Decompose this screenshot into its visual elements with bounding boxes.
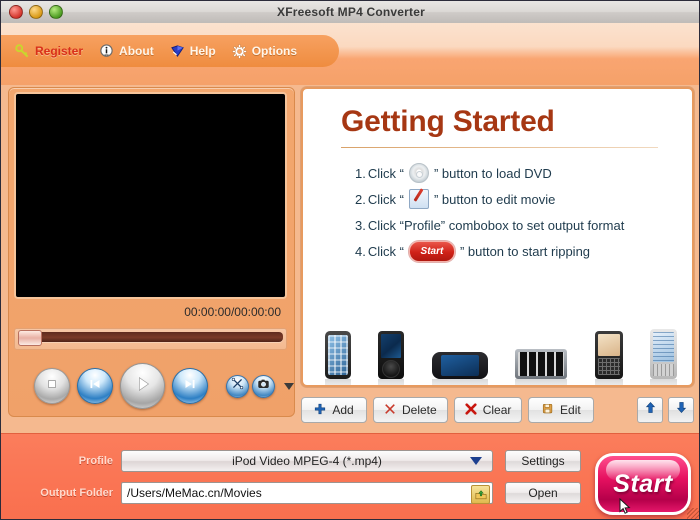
start-badge-icon: Start — [408, 240, 455, 262]
folder-upload-icon — [475, 489, 486, 499]
output-folder-label: Output Folder — [40, 487, 113, 499]
getting-started-panel: Getting Started 1. Click “ ” button to l… — [301, 87, 694, 387]
file-toolbar: Add Delete Clear Edit — [301, 396, 694, 424]
menu-item-register-label: Register — [35, 44, 84, 58]
seek-track[interactable] — [18, 330, 283, 346]
menu-bar: Register About Help Options — [1, 35, 340, 67]
step-number: 1. — [355, 165, 366, 181]
up-arrow-icon — [644, 401, 657, 419]
step-item: 3. Click “Profile” combobox to set outpu… — [355, 212, 692, 238]
edit-icon — [408, 189, 429, 209]
menu-item-help[interactable]: Help — [170, 44, 216, 59]
start-button[interactable]: Start — [595, 453, 691, 515]
dvd-icon — [408, 163, 429, 183]
title-divider — [341, 147, 658, 148]
device-iphone — [325, 331, 351, 385]
down-arrow-icon — [675, 401, 688, 419]
next-icon — [181, 375, 199, 398]
device-portable-media-player — [515, 349, 568, 385]
delete-button-label: Delete — [402, 403, 437, 417]
play-icon — [132, 373, 154, 400]
clear-button-label: Clear — [482, 403, 512, 417]
step-item: 2. Click “ ” button to edit movie — [355, 186, 692, 212]
playback-controls — [9, 358, 294, 414]
edit-button-label: Edit — [560, 403, 581, 417]
step-text-pre: Click “ — [367, 165, 404, 181]
move-down-button[interactable] — [668, 397, 694, 423]
next-button[interactable] — [172, 368, 209, 404]
stop-button[interactable] — [34, 368, 70, 404]
open-button[interactable]: Open — [505, 482, 581, 504]
previous-icon — [86, 375, 104, 398]
device-psp — [431, 352, 488, 385]
save-edit-icon — [542, 403, 554, 418]
time-display: 00:00:00/00:00:00 — [184, 305, 281, 319]
profile-label: Profile — [78, 455, 113, 467]
step-text-pre: Click “ — [367, 191, 404, 207]
camera-icon — [257, 377, 270, 395]
time-display-row: 00:00:00/00:00:00 — [14, 301, 287, 323]
x-bold-icon — [465, 402, 477, 418]
video-display[interactable] — [14, 92, 287, 299]
device-pda-phone — [649, 329, 677, 385]
menu-item-help-label: Help — [189, 44, 216, 58]
step-text-pre: Click “ — [367, 243, 404, 259]
title-bar: XFreesoft MP4 Converter — [1, 1, 699, 24]
getting-started-steps: 1. Click “ ” button to load DVD 2. Click… — [355, 160, 692, 264]
device-blackberry — [594, 331, 623, 385]
step-text-pre: Click “Profile” combobox to set output f… — [367, 217, 625, 233]
profile-combobox[interactable]: iPod Video MPEG-4 (*.mp4) — [121, 450, 493, 472]
getting-started-title: Getting Started — [341, 105, 555, 138]
settings-button[interactable]: Settings — [505, 450, 581, 472]
chevron-down-icon — [470, 457, 482, 465]
crop-icon — [231, 377, 244, 395]
plus-icon — [314, 403, 326, 418]
step-number: 2. — [355, 191, 366, 207]
step-number: 4. — [355, 243, 366, 259]
device-gallery — [325, 301, 677, 385]
move-up-button[interactable] — [637, 397, 663, 423]
play-button[interactable] — [119, 363, 166, 409]
browse-folder-button[interactable] — [471, 485, 490, 504]
previous-button[interactable] — [76, 368, 113, 404]
profile-value: iPod Video MPEG-4 (*.mp4) — [232, 454, 382, 468]
edit-button[interactable]: Edit — [528, 397, 595, 423]
step-item: 4. Click “ Start ” button to start rippi… — [355, 238, 692, 264]
menu-item-options-label: Options — [251, 44, 298, 58]
device-ipod — [378, 331, 405, 385]
menu-item-about[interactable]: About — [99, 43, 154, 59]
step-text-post: ” button to load DVD — [433, 165, 552, 181]
add-button[interactable]: Add — [301, 397, 367, 423]
application-window: XFreesoft MP4 Converter Register About H… — [0, 0, 700, 520]
step-item: 1. Click “ ” button to load DVD — [355, 160, 692, 186]
seek-thumb[interactable] — [18, 330, 42, 346]
menu-item-about-label: About — [119, 44, 154, 58]
output-folder-value: /Users/MeMac.cn/Movies — [127, 486, 262, 500]
clear-button[interactable]: Clear — [453, 397, 523, 423]
header-band: Register About Help Options — [1, 23, 699, 85]
key-icon — [15, 43, 30, 59]
seek-bar[interactable] — [14, 328, 287, 350]
crop-button[interactable] — [226, 374, 250, 398]
output-folder-input[interactable]: /Users/MeMac.cn/Movies — [121, 482, 493, 504]
book-icon — [170, 44, 185, 59]
step-text-post: ” button to start ripping — [459, 243, 591, 259]
step-number: 3. — [355, 217, 366, 233]
delete-button[interactable]: Delete — [373, 397, 448, 423]
resize-grip[interactable] — [687, 508, 699, 519]
info-icon — [99, 43, 114, 59]
start-button-label: Start — [613, 469, 673, 498]
x-thin-icon — [384, 403, 396, 418]
add-button-label: Add — [332, 403, 354, 417]
snapshot-button[interactable] — [252, 374, 275, 398]
step-text-post: ” button to edit movie — [433, 191, 556, 207]
preview-panel: 00:00:00/00:00:00 — [8, 87, 295, 417]
stop-icon — [43, 375, 61, 398]
menu-item-options[interactable]: Options — [231, 43, 298, 59]
chevron-down-icon[interactable] — [283, 382, 294, 390]
gear-icon — [231, 43, 247, 59]
menu-item-register[interactable]: Register — [15, 43, 84, 59]
window-title: XFreesoft MP4 Converter — [277, 5, 425, 19]
